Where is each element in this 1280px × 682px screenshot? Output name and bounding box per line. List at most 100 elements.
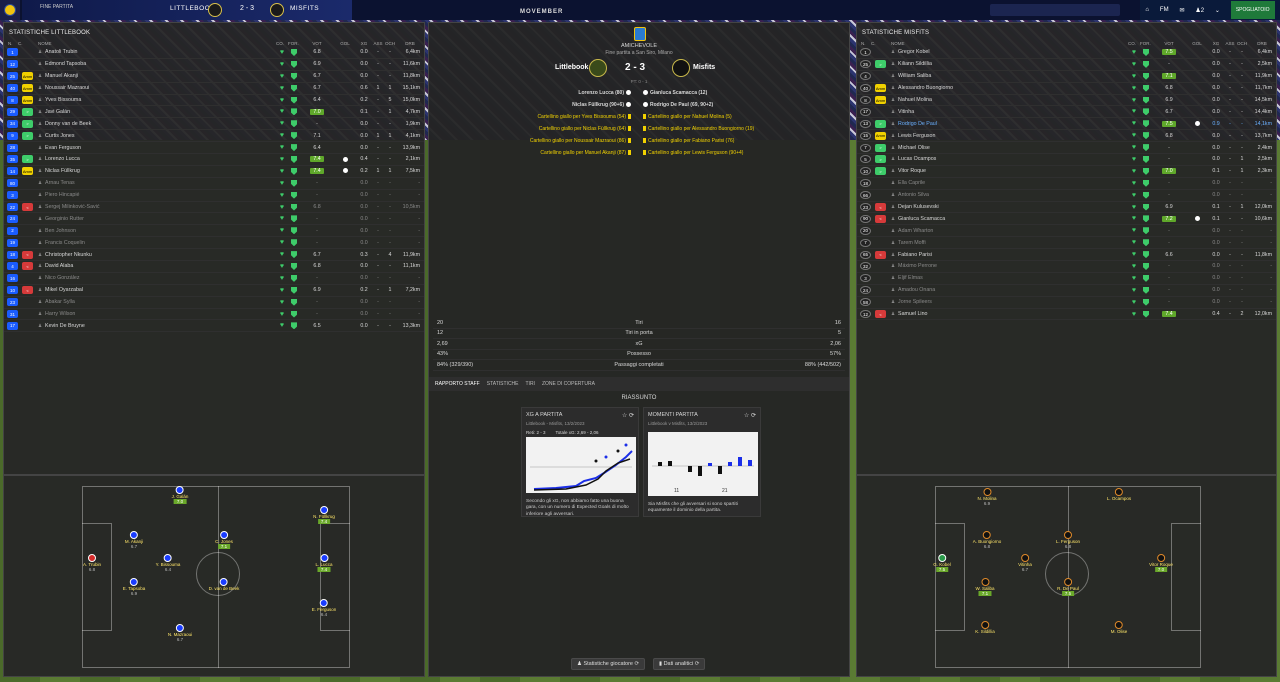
- player-name[interactable]: Michael Olise: [898, 145, 930, 151]
- player-name[interactable]: Edmond Tapsoba: [45, 61, 86, 67]
- tab-tiri[interactable]: TIRI: [526, 381, 535, 387]
- table-row[interactable]: 40 Amm ♟ Alessandro Buongiorno ♥ 6.8 0.0 - - 11,7…: [857, 83, 1276, 95]
- player-name[interactable]: Abakar Sylla: [45, 299, 75, 305]
- pitch-player[interactable]: R. De Paul 7.5: [1057, 578, 1079, 596]
- player-name[interactable]: Fabiano Parisi: [898, 252, 932, 258]
- player-name[interactable]: Mikel Oyarzabal: [45, 287, 83, 293]
- player-name[interactable]: Alessandro Buongiorno: [898, 85, 953, 91]
- table-row[interactable]: 12 ♟ Edmond Tapsoba ♥ 6.9 0.0 - - 11,6km: [4, 59, 424, 71]
- pitch-player[interactable]: J. Galán 7.0: [172, 486, 188, 504]
- pitch-player[interactable]: Y. Bissouma 6.4: [156, 554, 180, 572]
- column-header[interactable]: C.: [871, 41, 886, 46]
- table-row[interactable]: 7 > ♟ Michael Olise ♥ - 0.0 - - 2,4km: [857, 142, 1276, 155]
- column-header[interactable]: DRB: [1248, 41, 1276, 46]
- pitch-player[interactable]: L. Ocampos: [1107, 488, 1131, 501]
- column-header[interactable]: GOL: [334, 41, 356, 46]
- player-name[interactable]: Tarem Moffi: [898, 240, 926, 246]
- player-name[interactable]: Vitinha: [898, 109, 914, 115]
- table-row[interactable]: 23 < ♟ Dejan Kulusevski ♥ 6.9 0.1 - 1 12,0km: [857, 202, 1276, 214]
- table-row[interactable]: 13 > ♟ Rodrigo De Paul ♥ 7.5 0.9 - - 14,1km: [857, 118, 1276, 131]
- player-name[interactable]: Sergej Milinković-Savić: [45, 204, 99, 210]
- table-row[interactable]: 7 ♟ Tarem Moffi ♥ - 0.0 - - -: [857, 237, 1276, 250]
- table-row[interactable]: 3 ♟ Eljif Elmas ♥ - 0.0 - - -: [857, 273, 1276, 285]
- player-name[interactable]: Vitor Roque: [898, 168, 926, 174]
- column-header[interactable]: NOME: [886, 41, 1128, 46]
- away-scorer[interactable]: Gianluca Scamacca (12): [650, 90, 707, 96]
- table-row[interactable]: 18 < ♟ Christopher Nkunku ♥ 6.7 0.3 - 4 11,9km: [4, 249, 424, 262]
- player-name[interactable]: Ben Johnson: [45, 228, 76, 234]
- table-row[interactable]: 34 > ♟ Donny van de Beek ♥ - 0.0 - - 1,9km: [4, 118, 424, 131]
- table-row[interactable]: 32 ♟ Máximo Perrone ♥ - 0.0 - - -: [857, 261, 1276, 273]
- player-name[interactable]: David Alaba: [45, 263, 73, 269]
- analytics-button[interactable]: ▮ Dati analitici ⟳: [653, 658, 706, 670]
- pitch-player[interactable]: W. Saliba 7.1: [975, 578, 995, 596]
- away-card[interactable]: Cartellino giallo per Lewis Ferguson (90…: [648, 150, 743, 156]
- chevron-down-icon[interactable]: ⌄: [1215, 7, 1220, 14]
- away-team-name[interactable]: MISFITS: [290, 5, 319, 12]
- player-name[interactable]: Nahuel Molina: [898, 97, 932, 103]
- pitch-player[interactable]: M. Olise: [1111, 621, 1127, 634]
- home-scorer[interactable]: Lorenzo Lucca (80): [578, 90, 624, 96]
- table-row[interactable]: 10 > ♟ Vitor Roque ♥ 7.0 0.1 - 1 2,3km: [857, 166, 1276, 178]
- player-name[interactable]: Christopher Nkunku: [45, 252, 92, 258]
- pitch-player[interactable]: N. Molina 6.9: [977, 488, 997, 506]
- column-header[interactable]: N.: [4, 41, 18, 46]
- column-header[interactable]: CO.: [1128, 41, 1140, 46]
- player-name[interactable]: Jorne Spileers: [898, 299, 932, 305]
- player-name[interactable]: Nico González: [45, 275, 79, 281]
- away-card[interactable]: Cartellino giallo per Fabiano Parisi (76…: [648, 138, 734, 144]
- column-header[interactable]: XG: [1208, 41, 1224, 46]
- column-header[interactable]: VOT: [300, 41, 334, 46]
- table-row[interactable]: 5 > ♟ Lucas Ocampos ♥ - 0.0 - 1 2,5km: [857, 154, 1276, 166]
- table-row[interactable]: 3 ♟ Piero Hincapié ♥ - 0.0 - - -: [4, 190, 424, 202]
- home-icon[interactable]: ⌂: [1145, 7, 1149, 13]
- table-row[interactable]: 28 ♟ Evan Ferguson ♥ 6.4 0.0 - - 13,9km: [4, 142, 424, 155]
- home-scorer[interactable]: Niclas Füllkrug (90+6): [572, 102, 624, 108]
- player-name[interactable]: Samuel Lino: [898, 311, 927, 317]
- club-home-button[interactable]: [0, 0, 20, 20]
- column-header[interactable]: GOL: [1186, 41, 1208, 46]
- user-count[interactable]: ♟2: [1195, 7, 1204, 14]
- table-row[interactable]: 29 > ♟ Javi Galán ♥ 7.0 0.1 - 1 4,7km: [4, 106, 424, 119]
- pitch-player[interactable]: A. Buongiorno 6.8: [973, 531, 1001, 549]
- inbox-icon[interactable]: ✉: [1179, 7, 1184, 14]
- player-name[interactable]: Gianluca Scamacca: [898, 216, 945, 222]
- column-header[interactable]: OCH: [384, 41, 396, 46]
- player-name[interactable]: Lucas Ocampos: [898, 156, 936, 162]
- pitch-player[interactable]: A. Trubin 6.8: [83, 554, 101, 572]
- column-header[interactable]: DRB: [396, 41, 424, 46]
- table-row[interactable]: 4 ♟ William Saliba ♥ 7.1 0.0 - - 11,9km: [857, 71, 1276, 83]
- player-name[interactable]: Arnau Tenas: [45, 180, 75, 186]
- table-row[interactable]: 8 Amm ♟ Yves Bissouma ♥ 6.4 0.2 - 5 15,0km: [4, 95, 424, 107]
- away-card[interactable]: Cartellino giallo per Alessandro Buongio…: [648, 126, 754, 132]
- pitch-player[interactable]: Vitinha 6.7: [1018, 554, 1032, 572]
- pitch-player[interactable]: G. Kobel 7.5: [933, 554, 951, 572]
- table-row[interactable]: 25 > ♟ Kiliann Sildillia ♥ - 0.0 - - 2,5km: [857, 59, 1276, 71]
- table-row[interactable]: 58 ♟ Jorne Spileers ♥ - 0.0 - - -: [857, 297, 1276, 309]
- player-name[interactable]: Anatoli Trubin: [45, 49, 77, 55]
- column-header[interactable]: FOR.: [288, 41, 300, 46]
- column-header[interactable]: FOR.: [1140, 41, 1152, 46]
- column-header[interactable]: XG: [356, 41, 372, 46]
- column-header[interactable]: NOME: [33, 41, 276, 46]
- table-row[interactable]: 2 ♟ Ben Johnson ♥ - 0.0 - - -: [4, 225, 424, 238]
- table-row[interactable]: 23 ♟ Abakar Sylla ♥ - 0.0 - - -: [4, 297, 424, 309]
- column-header[interactable]: OCH: [1236, 41, 1248, 46]
- home-card[interactable]: Cartellino giallo per Yves Bissouma (54): [537, 114, 626, 120]
- table-row[interactable]: 22 < ♟ Sergej Milinković-Savić ♥ 6.8 0.0 - - 10,5…: [4, 202, 424, 214]
- star-icon[interactable]: ☆ ⟳: [622, 412, 634, 419]
- table-row[interactable]: 19 ♟ Francis Coquelin ♥ - 0.0 - - -: [4, 237, 424, 250]
- player-name[interactable]: Eljif Elmas: [898, 275, 923, 281]
- player-name[interactable]: Antonio Silva: [898, 192, 929, 198]
- table-row[interactable]: 35 > ♟ Lorenzo Lucca ♥ 7.4 0.4 - - 2,1km: [4, 154, 424, 166]
- player-name[interactable]: Lewis Ferguson: [898, 133, 935, 139]
- player-name[interactable]: Manuel Akanji: [45, 73, 78, 79]
- player-name[interactable]: Kiliann Sildillia: [898, 61, 932, 67]
- table-row[interactable]: 90 < ♟ Gianluca Scamacca ♥ 7.2 0.1 - - 10,6km: [857, 213, 1276, 226]
- match-moments-card[interactable]: MOMENTI PARTITA ☆ ⟳ Littlebook v Misfits…: [643, 407, 761, 517]
- column-header[interactable]: CO.: [276, 41, 288, 46]
- fm-logo[interactable]: FM: [1160, 7, 1169, 13]
- table-row[interactable]: 66 ♟ Antonio Silva ♥ - 0.0 - - -: [857, 190, 1276, 202]
- player-name[interactable]: Gregor Kobel: [898, 49, 930, 55]
- player-name[interactable]: Evan Ferguson: [45, 145, 81, 151]
